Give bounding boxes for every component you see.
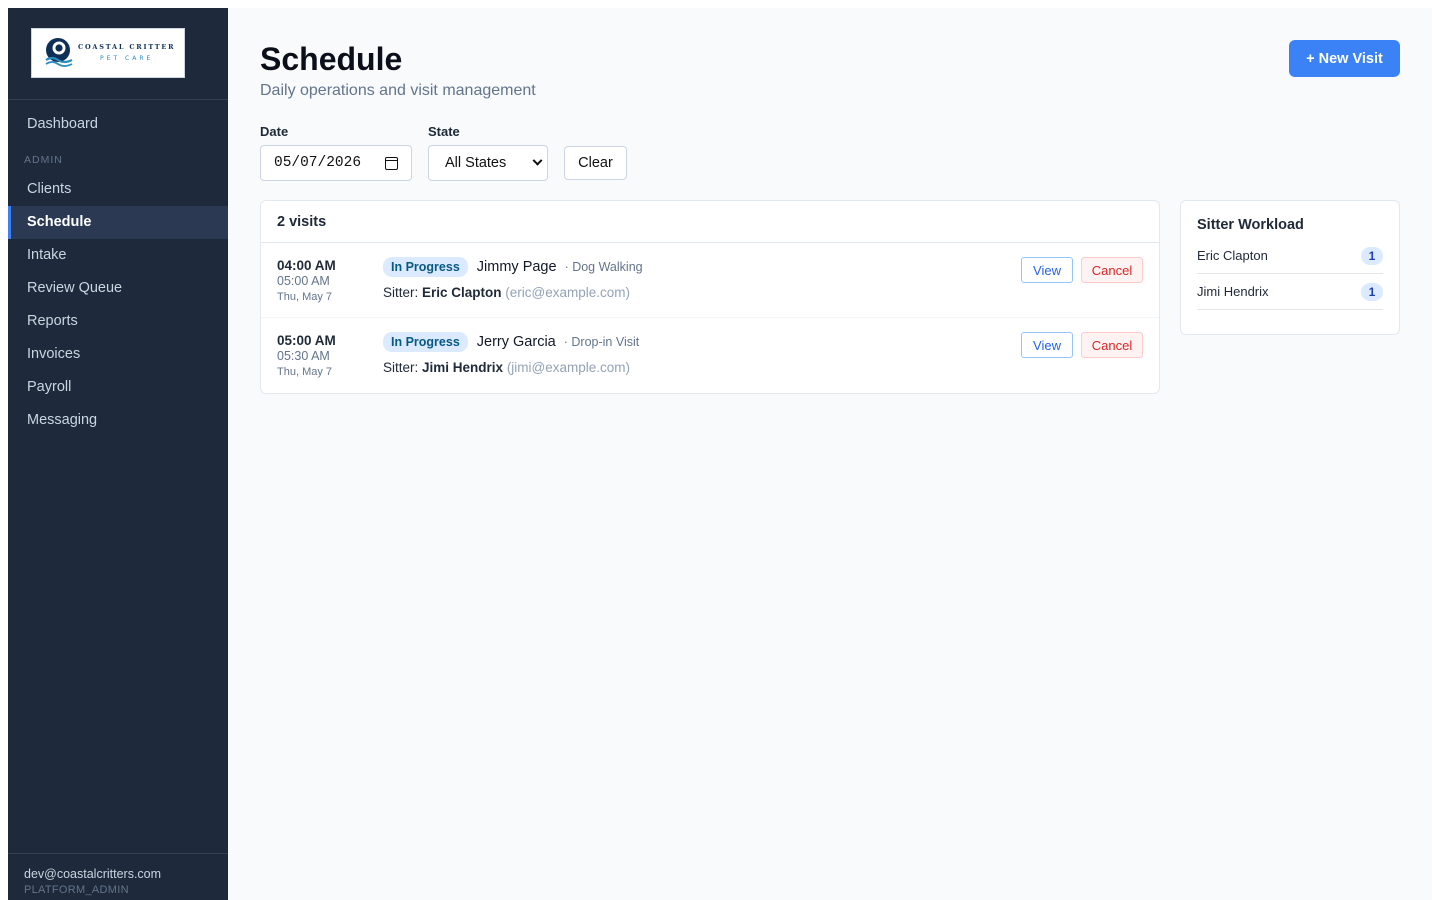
visits-panel: 2 visits 04:00 AM 05:00 AM Thu, May 7 In… xyxy=(260,200,1160,394)
sidebar-item-review-queue[interactable]: Review Queue xyxy=(8,272,228,305)
workload-title: Sitter Workload xyxy=(1197,217,1304,233)
sitter-line: Sitter: Eric Clapton (eric@example.com) xyxy=(383,285,643,300)
sitter-email: (jimi@example.com) xyxy=(506,360,631,375)
sidebar-nav: Dashboard ADMIN Clients Schedule Intake … xyxy=(8,100,228,437)
workload-sitter-name: Eric Clapton xyxy=(1197,248,1268,263)
visit-end-time: 05:30 AM xyxy=(277,349,330,363)
state-value: All States xyxy=(445,155,507,171)
logo-line1: COASTAL CRITTER xyxy=(78,43,176,52)
new-visit-button[interactable]: + New Visit xyxy=(1289,40,1400,77)
visit-details: In Progress Jerry Garcia · Drop-in Visit… xyxy=(383,332,639,375)
state-filter: State All States xyxy=(428,124,548,181)
sitter-email: (eric@example.com) xyxy=(505,285,631,300)
cancel-button[interactable]: Cancel xyxy=(1081,257,1143,283)
sitter-name: Jimi Hendrix xyxy=(422,360,504,375)
sidebar-item-clients[interactable]: Clients xyxy=(8,173,228,206)
sidebar-item-reports[interactable]: Reports xyxy=(8,305,228,338)
visit-details: In Progress Jimmy Page · Dog Walking Sit… xyxy=(383,257,643,300)
date-input[interactable]: 05/07/2026 xyxy=(260,145,412,181)
visit-date: Thu, May 7 xyxy=(277,366,333,378)
logo-wordmark: COASTAL CRITTER PET CARE xyxy=(78,44,175,62)
sitter-workload-panel: Sitter Workload Eric Clapton 1 Jimi Hend… xyxy=(1180,200,1400,335)
status-badge: In Progress xyxy=(383,332,468,352)
state-select[interactable]: All States xyxy=(428,145,548,181)
brand-logo[interactable]: COASTAL CRITTER PET CARE xyxy=(31,28,185,78)
workload-count-badge: 1 xyxy=(1361,246,1383,265)
sitter-prefix: Sitter: xyxy=(383,285,423,300)
visit-actions: View Cancel xyxy=(1021,332,1143,358)
user-role: PLATFORM_ADMIN xyxy=(24,884,129,896)
clear-button[interactable]: Clear xyxy=(564,146,627,180)
sidebar-item-intake[interactable]: Intake xyxy=(8,239,228,272)
sidebar-item-payroll[interactable]: Payroll xyxy=(8,371,228,404)
workload-sitter-name: Jimi Hendrix xyxy=(1197,284,1269,299)
main-content: Schedule Daily operations and visit mana… xyxy=(228,8,1432,900)
sidebar-item-dashboard[interactable]: Dashboard xyxy=(8,108,228,141)
logo-area: COASTAL CRITTER PET CARE xyxy=(8,8,228,100)
filter-bar: Date 05/07/2026 State All States Clear xyxy=(260,124,627,181)
service-type: · Dog Walking xyxy=(564,260,643,274)
visit-actions: View Cancel xyxy=(1021,257,1143,283)
chevron-down-icon xyxy=(532,155,543,166)
sidebar-section-admin: ADMIN xyxy=(24,154,63,166)
state-label: State xyxy=(428,124,460,139)
visit-time: 05:00 AM 05:30 AM Thu, May 7 xyxy=(277,333,377,378)
visit-row: 05:00 AM 05:30 AM Thu, May 7 In Progress… xyxy=(261,318,1159,393)
sidebar-item-schedule[interactable]: Schedule xyxy=(8,206,228,239)
workload-item: Eric Clapton 1 xyxy=(1197,238,1383,274)
app-frame: COASTAL CRITTER PET CARE Dashboard ADMIN… xyxy=(8,8,1432,900)
visit-time: 04:00 AM 05:00 AM Thu, May 7 xyxy=(277,258,377,303)
view-button[interactable]: View xyxy=(1021,257,1073,283)
visit-end-time: 05:00 AM xyxy=(277,274,330,288)
sitter-name: Eric Clapton xyxy=(422,285,502,300)
user-info: dev@coastalcritters.com PLATFORM_ADMIN xyxy=(8,853,228,900)
visit-date: Thu, May 7 xyxy=(277,291,333,303)
service-type: · Drop-in Visit xyxy=(563,335,640,349)
visit-row: 04:00 AM 05:00 AM Thu, May 7 In Progress… xyxy=(261,243,1159,318)
date-label: Date xyxy=(260,124,289,139)
workload-item: Jimi Hendrix 1 xyxy=(1197,274,1383,310)
sidebar-item-messaging[interactable]: Messaging xyxy=(8,404,228,437)
sidebar: COASTAL CRITTER PET CARE Dashboard ADMIN… xyxy=(8,8,228,900)
status-badge: In Progress xyxy=(383,257,468,277)
client-name: Jimmy Page xyxy=(476,259,557,275)
user-email: dev@coastalcritters.com xyxy=(24,867,162,881)
visit-start-time: 04:00 AM xyxy=(277,258,336,273)
sitter-prefix: Sitter: xyxy=(383,360,423,375)
sidebar-item-invoices[interactable]: Invoices xyxy=(8,338,228,371)
calendar-icon[interactable] xyxy=(385,156,398,170)
page-subtitle: Daily operations and visit management xyxy=(260,82,536,99)
view-button[interactable]: View xyxy=(1021,332,1073,358)
workload-count-badge: 1 xyxy=(1361,282,1383,301)
logo-line2: PET CARE xyxy=(100,54,154,62)
visit-start-time: 05:00 AM xyxy=(277,333,336,348)
visits-count: 2 visits xyxy=(261,201,1159,243)
page-title: Schedule xyxy=(260,41,403,77)
cancel-button[interactable]: Cancel xyxy=(1081,332,1143,358)
client-name: Jerry Garcia xyxy=(476,334,556,350)
date-filter: Date 05/07/2026 xyxy=(260,124,412,181)
date-value: 05/07/2026 xyxy=(274,155,362,171)
logo-icon xyxy=(44,36,74,70)
sitter-line: Sitter: Jimi Hendrix (jimi@example.com) xyxy=(383,360,639,375)
